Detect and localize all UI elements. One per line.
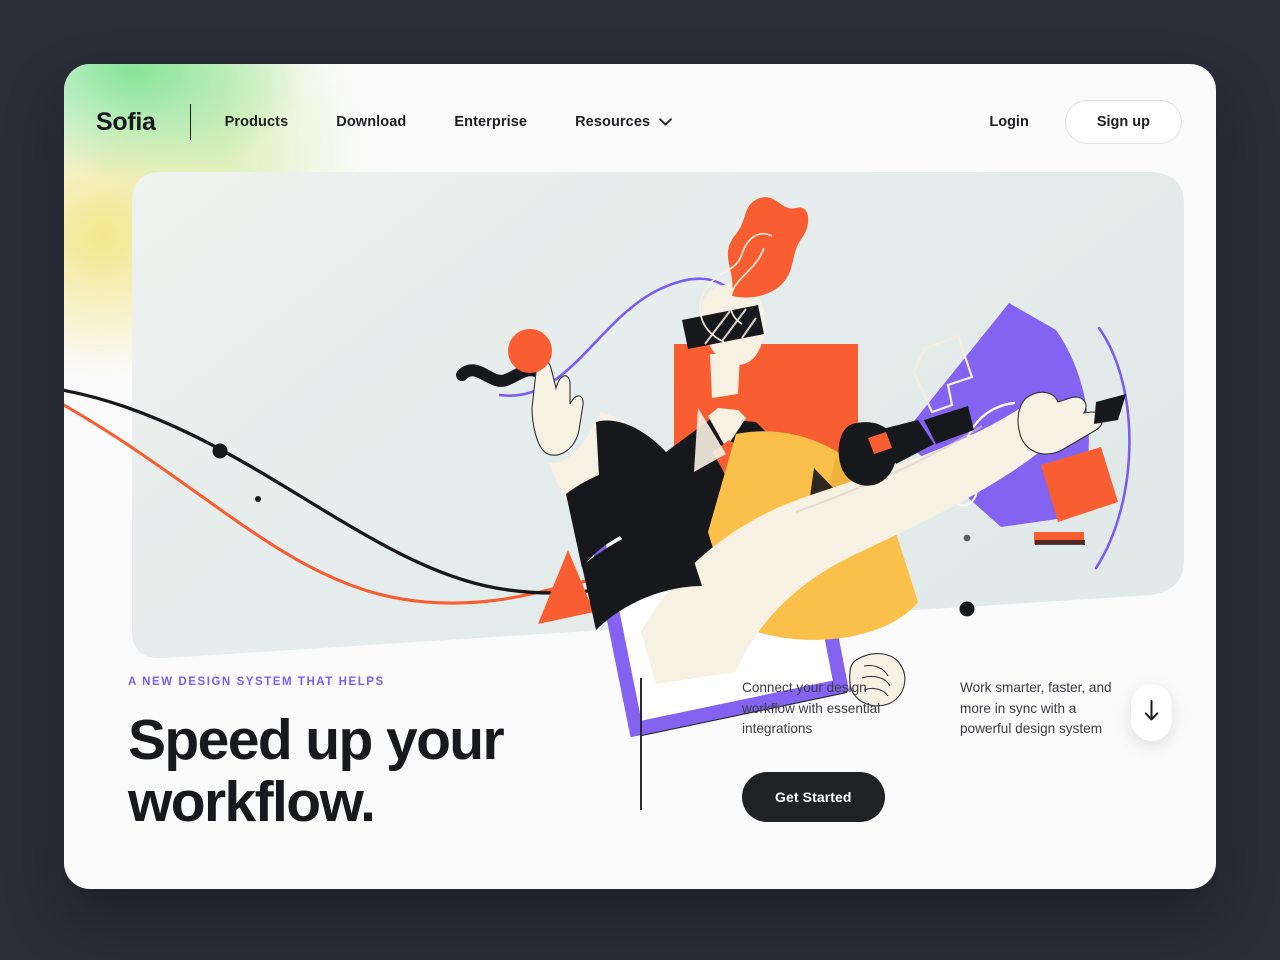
nav-item-download[interactable]: Download: [336, 114, 406, 130]
nav-item-enterprise-label: Enterprise: [454, 114, 528, 130]
scroll-down-button[interactable]: [1131, 684, 1172, 741]
login-button[interactable]: Login: [989, 114, 1028, 130]
nav-item-enterprise[interactable]: Enterprise: [454, 114, 527, 130]
hero-content-row: A new design system that helps Speed up …: [128, 654, 1152, 833]
nav-item-download-label: Download: [336, 114, 407, 130]
hero-eyebrow: A new design system that helps: [128, 676, 385, 688]
nav-divider: [189, 104, 191, 140]
arrow-down-icon: [1144, 699, 1159, 726]
chevron-down-icon: [659, 114, 673, 130]
hero-content: A new design system that helps Speed up …: [64, 654, 1216, 833]
orange-ball: [508, 329, 552, 373]
nav-links: Products Download Enterprise Resources: [225, 114, 673, 130]
page-title: Speed up your workflow.: [128, 708, 628, 834]
hero-text-column: A new design system that helps Speed up …: [128, 654, 628, 833]
hero-blurb-2: Work smarter, faster, and more in sync w…: [960, 680, 1112, 737]
nav-item-resources-label: Resources: [575, 114, 651, 130]
nav-item-products[interactable]: Products: [225, 114, 289, 130]
hero-blurb-1: Connect your design workflow with essent…: [742, 680, 881, 737]
vertical-divider: [640, 678, 642, 810]
hero-illustration: [64, 172, 1184, 738]
app-card: Sofia Products Download Enterprise Resou…: [64, 64, 1216, 889]
headline-line-1: Speed up your: [128, 708, 505, 772]
page-root: Sofia Products Download Enterprise Resou…: [0, 0, 1280, 960]
dot-large-right: [959, 601, 975, 617]
nav-item-resources[interactable]: Resources: [575, 114, 673, 130]
hero-blurbs: Connect your design workflow with essent…: [742, 678, 1130, 740]
top-navigation: Sofia Products Download Enterprise Resou…: [64, 64, 1216, 180]
brand-logo[interactable]: Sofia: [96, 108, 156, 137]
dot-small-right: [963, 534, 971, 542]
nav-actions: Login Sign up: [989, 100, 1184, 144]
nav-item-products-label: Products: [224, 114, 289, 130]
hero-details-column: Connect your design workflow with essent…: [742, 654, 1130, 822]
dot-large: [212, 443, 228, 459]
signup-button[interactable]: Sign up: [1064, 100, 1182, 144]
get-started-button[interactable]: Get Started: [742, 771, 885, 822]
headline-line-2: workflow.: [128, 769, 376, 834]
dot-small: [255, 496, 261, 502]
